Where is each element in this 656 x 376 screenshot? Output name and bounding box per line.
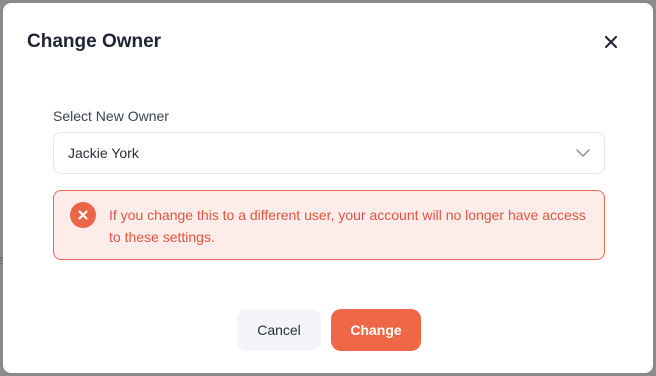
change-owner-dialog: Change Owner Select New Owner Jackie Yor… (3, 3, 653, 373)
error-x-icon (70, 202, 96, 228)
cancel-button[interactable]: Cancel (237, 309, 321, 351)
owner-select-label: Select New Owner (53, 108, 169, 124)
warning-alert: If you change this to a different user, … (53, 190, 605, 260)
owner-select-value: Jackie York (68, 145, 139, 161)
chevron-down-icon (576, 146, 590, 160)
change-button[interactable]: Change (331, 309, 421, 351)
dialog-title: Change Owner (27, 31, 162, 52)
close-icon (605, 36, 617, 48)
close-button[interactable] (600, 31, 622, 53)
owner-select[interactable]: Jackie York (53, 132, 605, 174)
alert-message: If you change this to a different user, … (109, 207, 586, 245)
